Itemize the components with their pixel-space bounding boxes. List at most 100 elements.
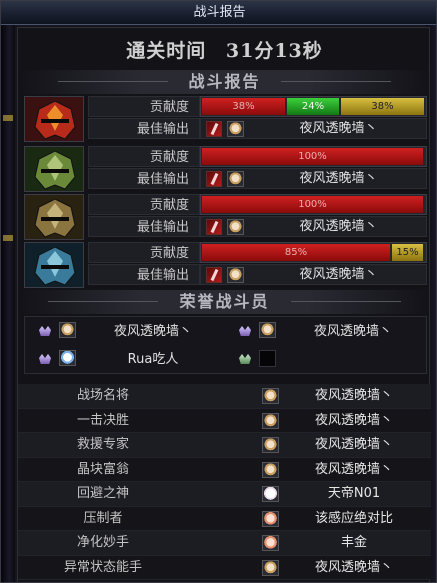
award-title: 一击决胜 xyxy=(76,412,129,428)
red-helmet-icon xyxy=(24,96,84,142)
player-avatar xyxy=(262,559,279,576)
best-output-name: 夜风透晚墙丶 xyxy=(299,219,378,234)
gold-helmet-icon xyxy=(24,194,84,240)
divider-line xyxy=(48,301,158,302)
divider-line xyxy=(291,301,401,302)
skill-icon xyxy=(206,121,222,137)
award-row[interactable]: 回避之神 天帝N01 xyxy=(18,482,431,507)
player-avatar xyxy=(262,412,279,429)
award-player-name: 夜风透晚墙丶 xyxy=(314,388,393,403)
award-row[interactable]: 异常状态能手 夜风透晚墙丶 xyxy=(18,555,431,580)
battle-report-heading: 战斗报告 xyxy=(188,72,261,91)
blue-helmet-icon xyxy=(24,242,84,288)
award-table: 战场名将 夜风透晚墙丶 一击决胜 夜风透晚墙丶 救援专家 夜风透晚墙丶 晶块富翁 夜风透晚墙丶… xyxy=(18,384,431,580)
award-player-name: 夜风透晚墙丶 xyxy=(314,412,393,428)
award-player-name: 天帝N01 xyxy=(327,486,381,501)
player-row[interactable]: 贡献度 最佳输出 38% 24% 38% 夜风透晚墙丶 xyxy=(24,96,427,142)
battle-report-window: 战斗报告 通关时间 31分13秒 战斗报告 贡献度 最佳输出 38% 24% 38% 夜风… xyxy=(0,0,437,583)
player-avatar xyxy=(227,121,244,137)
divider-line xyxy=(281,81,391,82)
best-output-name: 夜风透晚墙丶 xyxy=(299,121,378,136)
contribution-segment: 85% xyxy=(202,244,390,261)
best-output-name: 夜风透晚墙丶 xyxy=(299,267,378,282)
player-avatar xyxy=(262,461,279,478)
award-title: 异常状态能手 xyxy=(63,559,142,575)
medal-icon xyxy=(39,326,51,336)
award-row[interactable]: 一击决胜 夜风透晚墙丶 xyxy=(18,408,431,433)
window-titlebar[interactable]: 战斗报告 xyxy=(1,1,436,25)
best-output-label: 最佳输出 xyxy=(88,216,200,237)
background-glint xyxy=(3,115,13,121)
player-avatar xyxy=(59,350,76,366)
award-player-name: 该感应绝对比 xyxy=(314,510,393,526)
left-background-strip xyxy=(1,25,15,582)
player-avatar xyxy=(262,388,279,404)
award-player-name: 夜风透晚墙丶 xyxy=(314,461,393,477)
report-panel: 通关时间 31分13秒 战斗报告 贡献度 最佳输出 38% 24% 38% 夜风透晚墙丶贡… xyxy=(17,27,431,582)
honor-member[interactable]: 夜风透晚墙丶 xyxy=(225,318,425,345)
award-row[interactable]: 压制者 该感应绝对比 xyxy=(18,506,431,531)
contribution-label: 贡献度 xyxy=(88,146,200,167)
award-title: 净化妙手 xyxy=(76,535,129,550)
skill-icon xyxy=(206,267,222,283)
honor-member-empty xyxy=(225,346,425,373)
best-output-label: 最佳输出 xyxy=(88,168,200,189)
contribution-segment: 24% xyxy=(287,98,339,115)
empty-avatar-slot xyxy=(259,350,276,367)
contribution-bar: 38% 24% 38% xyxy=(200,96,427,117)
background-glint xyxy=(3,235,13,241)
skill-icon xyxy=(206,171,222,187)
player-row[interactable]: 贡献度 最佳输出 85% 15% 夜风透晚墙丶 xyxy=(24,242,427,288)
award-row[interactable]: 战场名将 夜风透晚墙丶 xyxy=(18,384,431,409)
player-avatar xyxy=(227,171,244,187)
contribution-segment: 38% xyxy=(202,98,285,115)
award-title: 战场名将 xyxy=(76,388,129,403)
honor-member[interactable]: 夜风透晚墙丶 xyxy=(25,318,225,345)
contribution-label: 贡献度 xyxy=(88,242,200,263)
award-title: 压制者 xyxy=(83,510,123,526)
clear-time-value: 31分13秒 xyxy=(225,40,323,62)
player-avatar xyxy=(227,219,244,235)
award-row[interactable]: 晶块富翁 夜风透晚墙丶 xyxy=(18,457,431,482)
award-player-name: 夜风透晚墙丶 xyxy=(314,559,393,575)
medal-icon xyxy=(239,326,251,336)
clear-time-display: 通关时间 31分13秒 xyxy=(18,36,431,63)
honor-member[interactable]: Rua吃人 xyxy=(25,346,225,373)
award-player-name: 夜风透晚墙丶 xyxy=(314,437,393,452)
honor-members-box: 夜风透晚墙丶 夜风透晚墙丶 Rua吃人 xyxy=(24,316,427,374)
player-avatar xyxy=(262,437,279,453)
award-title: 救援专家 xyxy=(76,437,129,452)
honor-header: 荣誉战斗员 xyxy=(18,290,431,314)
divider-line xyxy=(58,81,168,82)
skill-icon xyxy=(206,219,222,235)
player-row[interactable]: 贡献度 最佳输出 100% 夜风透晚墙丶 xyxy=(24,194,427,240)
player-avatar xyxy=(227,267,244,283)
medal-icon xyxy=(239,354,251,364)
player-avatar xyxy=(262,510,279,527)
honor-member-name: 夜风透晚墙丶 xyxy=(113,324,192,339)
green-helmet-icon xyxy=(24,146,84,192)
clear-time-label: 通关时间 xyxy=(126,40,207,62)
award-title: 晶块富翁 xyxy=(76,461,129,477)
best-output-name: 夜风透晚墙丶 xyxy=(299,171,378,186)
player-avatar xyxy=(259,322,276,338)
award-row[interactable]: 净化妙手 丰金 xyxy=(18,531,431,556)
battle-report-header: 战斗报告 xyxy=(18,70,431,94)
player-avatar xyxy=(59,322,76,338)
contribution-label: 贡献度 xyxy=(88,96,200,117)
contribution-segment: 38% xyxy=(341,98,424,115)
honor-member-name: Rua吃人 xyxy=(127,352,179,367)
honor-heading: 荣誉战斗员 xyxy=(179,292,270,311)
contribution-bar: 100% xyxy=(200,146,427,167)
award-row[interactable]: 救援专家 夜风透晚墙丶 xyxy=(18,433,431,458)
player-row[interactable]: 贡献度 最佳输出 100% 夜风透晚墙丶 xyxy=(24,146,427,192)
best-output-row: 夜风透晚墙丶 xyxy=(200,216,427,237)
contribution-segment: 100% xyxy=(202,148,423,165)
window-title: 战斗报告 xyxy=(193,5,246,20)
best-output-label: 最佳输出 xyxy=(88,264,200,285)
best-output-row: 夜风透晚墙丶 xyxy=(200,168,427,189)
honor-member-name: 夜风透晚墙丶 xyxy=(313,324,392,339)
player-avatar xyxy=(262,535,279,551)
best-output-label: 最佳输出 xyxy=(88,118,200,139)
contribution-segment: 100% xyxy=(202,196,423,213)
